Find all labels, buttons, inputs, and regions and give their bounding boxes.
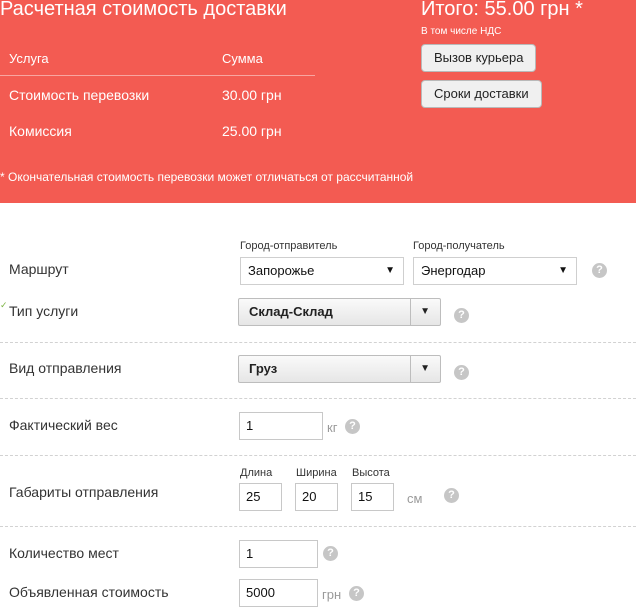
height-input[interactable]: 15 [351, 483, 394, 511]
help-icon[interactable]: ? [454, 365, 469, 380]
route-label: Маршрут [9, 261, 69, 277]
total-amount: Итого: 55.00 грн * [421, 0, 583, 20]
places-label: Количество мест [9, 545, 119, 561]
summary-divider [0, 75, 315, 76]
help-icon[interactable]: ? [323, 546, 338, 561]
delivery-calculator-form: Маршрут Город-отправитель Город-получате… [0, 203, 636, 616]
length-label: Длина [240, 467, 273, 479]
sender-city-select[interactable]: Запорожье ▼ [240, 257, 404, 285]
call-courier-button[interactable]: Вызов курьера [421, 44, 537, 72]
dimensions-label: Габариты отправления [9, 484, 159, 500]
help-icon[interactable]: ? [349, 586, 364, 601]
service-sum: 25.00 грн [222, 123, 282, 139]
recipient-city-value: Энергодар [421, 263, 486, 278]
delivery-time-button[interactable]: Сроки доставки [421, 80, 542, 108]
declared-value-unit: грн [322, 587, 342, 602]
section-divider [0, 526, 636, 527]
places-input[interactable]: 1 [239, 540, 318, 568]
chevron-down-icon: ▼ [420, 306, 430, 317]
service-name: Стоимость перевозки [9, 87, 150, 103]
dimensions-unit: см [407, 491, 423, 506]
weight-unit: кг [327, 420, 338, 435]
column-header-service: Услуга [9, 51, 49, 66]
cost-summary-panel: Расчетная стоимость доставки Услуга Сумм… [0, 0, 636, 203]
section-divider [0, 455, 636, 456]
weight-label: Фактический вес [9, 417, 118, 433]
declared-value-input[interactable]: 5000 [239, 579, 318, 607]
width-label: Ширина [296, 467, 337, 479]
length-input[interactable]: 25 [239, 483, 282, 511]
select-divider [410, 299, 411, 325]
service-type-label: Тип услуги [9, 303, 79, 319]
chevron-down-icon: ▼ [420, 363, 430, 374]
select-divider [410, 356, 411, 382]
help-icon[interactable]: ? [592, 263, 607, 278]
recipient-city-label: Город-получатель [413, 240, 505, 252]
check-mark-icon: ✓ [0, 300, 8, 310]
declared-value-label: Объявленная стоимость [9, 584, 169, 600]
section-divider [0, 342, 636, 343]
vat-note: В том числе НДС [421, 26, 502, 37]
section-divider [0, 398, 636, 399]
sender-city-label: Город-отправитель [240, 240, 338, 252]
help-icon[interactable]: ? [345, 419, 360, 434]
summary-title: Расчетная стоимость доставки [0, 0, 287, 20]
column-header-sum: Сумма [222, 51, 263, 66]
chevron-down-icon: ▼ [558, 265, 568, 276]
help-icon[interactable]: ? [444, 488, 459, 503]
shipment-kind-select[interactable]: Груз ▼ [238, 355, 441, 383]
shipment-kind-value: Груз [249, 361, 278, 376]
width-input[interactable]: 20 [295, 483, 338, 511]
help-icon[interactable]: ? [454, 308, 469, 323]
service-type-select[interactable]: Склад-Склад ▼ [238, 298, 441, 326]
cost-footnote: * Окончательная стоимость перевозки може… [0, 170, 414, 184]
shipment-kind-label: Вид отправления [9, 360, 122, 376]
service-name: Комиссия [9, 123, 72, 139]
chevron-down-icon: ▼ [385, 265, 395, 276]
service-type-value: Склад-Склад [249, 304, 333, 319]
recipient-city-select[interactable]: Энергодар ▼ [413, 257, 577, 285]
sender-city-value: Запорожье [248, 263, 315, 278]
weight-input[interactable]: 1 [239, 412, 323, 440]
height-label: Высота [352, 467, 390, 479]
service-sum: 30.00 грн [222, 87, 282, 103]
